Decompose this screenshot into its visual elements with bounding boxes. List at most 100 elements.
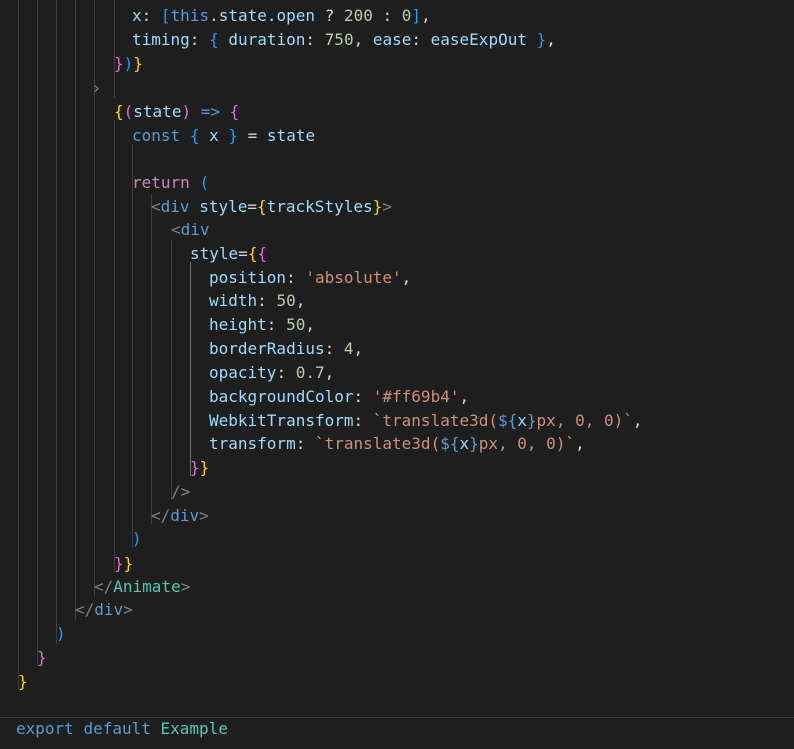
code-token: , (401, 268, 412, 287)
code-token: : (141, 6, 161, 25)
code-token: ] (411, 6, 422, 25)
code-line[interactable]: position: 'absolute', (209, 266, 411, 290)
code-line[interactable]: } (18, 670, 28, 694)
code-line[interactable]: opacity: 0.7, (209, 361, 334, 385)
code-token: div (180, 220, 210, 239)
code-token: </ (151, 506, 171, 525)
code-line[interactable]: backgroundColor: '#ff69b4', (209, 385, 469, 409)
indent-guide-line (18, 0, 19, 690)
file-end-divider (0, 717, 794, 718)
code-line[interactable]: {(state) => { (114, 100, 239, 124)
code-token: position (209, 268, 287, 287)
code-token: 0 (401, 6, 412, 25)
code-line[interactable]: </Animate> (94, 575, 190, 599)
indent-guide-line (56, 0, 57, 644)
code-token: const (132, 126, 181, 145)
code-token: div (170, 506, 200, 525)
code-line[interactable]: })} (114, 52, 143, 76)
code-token: x (459, 434, 470, 453)
code-line[interactable]: </div> (151, 504, 209, 528)
code-line[interactable]: export default Example (16, 717, 228, 741)
code-token: : (353, 411, 373, 430)
code-token: { (209, 30, 219, 49)
code-token: transform (209, 434, 296, 453)
code-token: 'absolute' (305, 268, 402, 287)
code-token: px, 0, 0)` (536, 411, 633, 430)
code-line[interactable]: style={{ (190, 242, 267, 266)
fold-chevron-icon[interactable]: › (92, 76, 106, 100)
code-line[interactable]: <div style={trackStyles}> (151, 195, 392, 219)
code-token: : (257, 291, 277, 310)
code-line[interactable]: transform: `translate3d(${x}px, 0, 0)`, (209, 432, 585, 456)
code-token: </ (75, 600, 95, 619)
code-token: ( (123, 102, 134, 121)
code-token: ) (181, 102, 192, 121)
code-token: . (209, 6, 219, 25)
code-line[interactable]: </div> (75, 598, 133, 622)
code-token: height (209, 315, 267, 334)
code-token: ( (199, 173, 210, 192)
code-token: { (229, 102, 240, 121)
code-editor[interactable]: › x: [this.state.open ? 200 : 0], timing:… (0, 0, 794, 749)
code-line[interactable]: const { x } = state (132, 124, 315, 148)
code-token: : (276, 363, 296, 382)
code-token: , (575, 434, 585, 453)
code-token: : (305, 30, 325, 49)
code-line[interactable]: borderRadius: 4, (209, 337, 363, 361)
code-line[interactable]: WebkitTransform: `translate3d(${x}px, 0,… (209, 409, 643, 433)
code-line[interactable]: ) (56, 622, 66, 646)
code-line[interactable]: <div (171, 218, 210, 242)
code-token: 0.7 (295, 363, 325, 382)
indent-guide-line (37, 0, 38, 666)
indent-guide-line (132, 144, 133, 548)
code-token: ) (132, 529, 142, 548)
code-line[interactable]: timing: { duration: 750, ease: easeExpOu… (132, 28, 556, 52)
code-token: 50 (286, 315, 306, 334)
code-token: } (133, 54, 143, 73)
code-line[interactable]: width: 50, (209, 289, 305, 313)
code-line[interactable]: }} (190, 456, 209, 480)
code-token: div (160, 197, 190, 216)
code-line[interactable]: }} (114, 552, 133, 576)
code-token: style (199, 197, 248, 216)
indent-guide-line (151, 194, 152, 524)
code-token: , (353, 30, 373, 49)
code-token: { (189, 126, 200, 145)
code-token: , (324, 363, 335, 382)
code-line[interactable]: ) (132, 527, 142, 551)
code-token: . (266, 6, 277, 25)
code-token: x (209, 126, 219, 145)
code-token: = (247, 197, 257, 216)
code-token: > (180, 577, 191, 596)
code-token: backgroundColor (209, 387, 354, 406)
code-line[interactable]: } (37, 646, 47, 670)
code-token: export (16, 719, 74, 738)
code-token: trackStyles (266, 197, 373, 216)
code-token: } (37, 648, 47, 667)
code-line[interactable]: /> (171, 480, 190, 504)
code-line[interactable]: return ( (132, 171, 209, 195)
code-token: < (171, 220, 181, 239)
code-token: , (546, 30, 556, 49)
code-token: state (218, 6, 267, 25)
code-token: `translate3d( (372, 411, 498, 430)
code-token: > (199, 506, 209, 525)
code-token: < (151, 197, 161, 216)
code-token: 4 (343, 339, 354, 358)
code-token: open (276, 6, 316, 25)
code-token: , (295, 291, 306, 310)
code-token: = (238, 244, 248, 263)
code-line[interactable]: x: [this.state.open ? 200 : 0], (132, 4, 431, 28)
code-token: 200 (343, 6, 373, 25)
code-token: : (411, 30, 431, 49)
code-line[interactable]: height: 50, (209, 313, 315, 337)
